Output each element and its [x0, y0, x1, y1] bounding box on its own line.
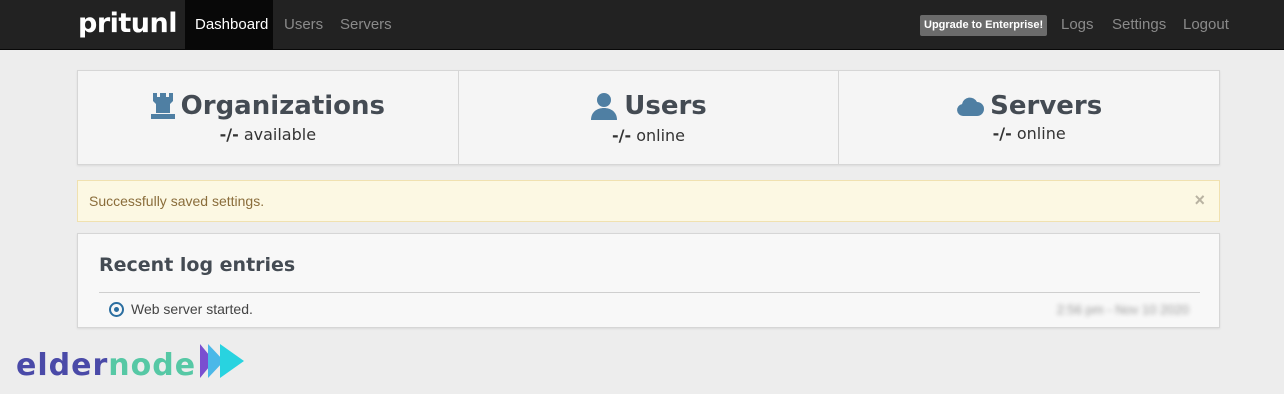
nav-servers[interactable]: Servers	[340, 0, 392, 50]
user-icon	[590, 92, 618, 120]
watermark-part1: elder	[16, 348, 109, 383]
stat-servers-label: Servers	[990, 91, 1103, 121]
nav-logout[interactable]: Logout	[1183, 0, 1229, 50]
nav-users[interactable]: Users	[284, 0, 323, 50]
organization-icon	[150, 93, 175, 119]
stat-users: Users -/- online	[457, 71, 839, 164]
logs-title: Recent log entries	[99, 254, 296, 276]
stat-servers-suffix: online	[1016, 124, 1066, 143]
nav-settings[interactable]: Settings	[1112, 0, 1166, 50]
success-alert: Successfully saved settings. ×	[77, 180, 1220, 222]
stat-organizations-title: Organizations	[150, 89, 386, 123]
logs-divider	[99, 292, 1200, 293]
stat-servers-title: Servers	[956, 89, 1102, 123]
brand-logo[interactable]: pritunl	[78, 8, 178, 39]
play-arrows-icon	[200, 344, 244, 378]
stat-organizations-count: -/-	[219, 125, 239, 144]
nav-logs[interactable]: Logs	[1061, 0, 1094, 50]
stat-servers: Servers -/- online	[838, 71, 1219, 164]
stat-servers-value: -/- online	[839, 124, 1219, 143]
upgrade-enterprise-button[interactable]: Upgrade to Enterprise!	[920, 15, 1048, 36]
stat-organizations-suffix: available	[243, 125, 317, 144]
log-status-icon	[109, 302, 124, 317]
stat-organizations: Organizations -/- available	[78, 71, 458, 164]
watermark-text: eldernode	[16, 348, 196, 383]
stat-servers-count: -/-	[992, 124, 1012, 143]
cloud-icon	[956, 96, 985, 116]
watermark-part2: node	[108, 348, 197, 383]
stat-users-title: Users	[590, 89, 707, 123]
stat-users-value: -/- online	[459, 126, 839, 145]
recent-logs-panel: Recent log entries Web server started. 2…	[77, 233, 1220, 328]
close-icon[interactable]: ×	[1194, 181, 1205, 219]
stat-users-label: Users	[624, 91, 707, 121]
stat-users-count: -/-	[611, 126, 632, 145]
stat-organizations-label: Organizations	[180, 91, 386, 121]
log-message: Web server started.	[131, 301, 253, 317]
stats-panel: Organizations -/- available Users -/- on…	[77, 70, 1220, 165]
log-timestamp: 2:56 pm - Nov 10 2020	[1056, 302, 1189, 317]
log-entry: Web server started. 2:56 pm - Nov 10 202…	[109, 300, 1189, 320]
top-navbar: pritunl Dashboard Users Servers Upgrade …	[0, 0, 1284, 50]
nav-dashboard[interactable]: Dashboard	[185, 0, 273, 50]
stat-organizations-value: -/- available	[78, 125, 458, 144]
stat-users-suffix: online	[636, 126, 686, 145]
alert-message: Successfully saved settings.	[89, 193, 265, 209]
